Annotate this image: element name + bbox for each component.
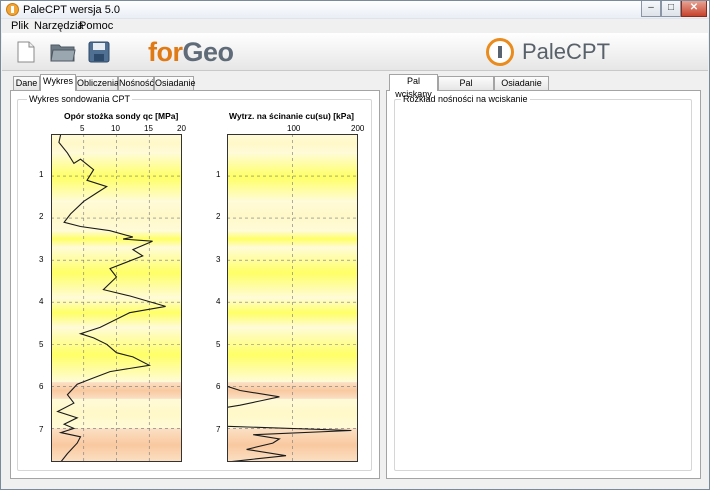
qc-y-tick: 2 bbox=[39, 212, 44, 221]
cu-chart bbox=[227, 134, 358, 462]
save-icon[interactable] bbox=[88, 41, 110, 63]
cu-y-tick: 2 bbox=[216, 212, 221, 221]
cu-chart-title: Wytrz. na ścinanie cu(su) [kPa] bbox=[229, 111, 355, 121]
cu-y-tick: 1 bbox=[216, 170, 221, 179]
qc-x-tick: 5 bbox=[80, 124, 85, 133]
menu-plik[interactable]: Plik bbox=[11, 20, 29, 32]
app-logo-icon bbox=[6, 3, 19, 16]
menu-bar: Plik Narzędzia Pomoc bbox=[1, 19, 709, 33]
soil-layer-band bbox=[51, 230, 182, 248]
left-panel: Wykres sondowania CPT Opór stożka sondy … bbox=[10, 90, 380, 479]
tab-dane[interactable]: Dane bbox=[13, 76, 40, 91]
qc-y-tick: 6 bbox=[39, 382, 44, 391]
qc-y-tick: 1 bbox=[39, 170, 44, 179]
soil-layer-band bbox=[51, 327, 182, 383]
maximize-button[interactable]: □ bbox=[661, 1, 681, 17]
palecpt-logo-icon bbox=[486, 38, 514, 66]
tab-pal-wciskany[interactable]: Pal wciskany bbox=[389, 74, 438, 99]
tab-osiadanie-pala[interactable]: Osiadanie pala bbox=[494, 76, 549, 101]
open-folder-icon[interactable] bbox=[50, 41, 76, 63]
qc-y-tick: 4 bbox=[39, 297, 44, 306]
menu-pomoc[interactable]: Pomoc bbox=[79, 20, 113, 32]
tab-osiadanie[interactable]: Osiadanie bbox=[154, 76, 196, 91]
soil-layer-band bbox=[227, 230, 358, 248]
new-file-icon[interactable] bbox=[15, 41, 37, 63]
window-title: PaleCPT wersja 5.0 bbox=[23, 4, 121, 16]
soil-layer-band bbox=[51, 428, 182, 462]
cu-x-tick: 200 bbox=[351, 124, 365, 133]
soil-layer-band bbox=[227, 382, 358, 399]
menu-narzedzia[interactable]: Narzędzia bbox=[34, 20, 84, 32]
toolbar: forGeo PaleCPT bbox=[2, 33, 708, 71]
minimize-button[interactable]: – bbox=[641, 1, 661, 17]
forgeo-logo: forGeo bbox=[148, 37, 234, 67]
tab-pal-wyciagany[interactable]: Pal wyciągany bbox=[438, 76, 494, 101]
qc-y-tick: 3 bbox=[39, 255, 44, 264]
soil-layer-band bbox=[227, 327, 358, 383]
qc-y-tick: 7 bbox=[39, 425, 44, 434]
capacity-group bbox=[394, 99, 692, 471]
qc-y-tick: 5 bbox=[39, 340, 44, 349]
cu-y-tick: 6 bbox=[216, 382, 221, 391]
qc-x-tick: 20 bbox=[177, 124, 186, 133]
qc-x-tick: 10 bbox=[111, 124, 120, 133]
qc-x-tick: 15 bbox=[144, 124, 153, 133]
cu-y-tick: 7 bbox=[216, 425, 221, 434]
tab-nosnosc[interactable]: Nośność bbox=[118, 76, 154, 91]
cu-x-tick: 100 bbox=[287, 124, 301, 133]
right-panel: Rozkład nośności na wciskanie bbox=[386, 90, 701, 479]
cu-y-tick: 4 bbox=[216, 297, 221, 306]
cpt-chart-group-title: Wykres sondowania CPT bbox=[27, 94, 132, 104]
close-button[interactable]: ✕ bbox=[681, 1, 707, 17]
qc-chart-title: Opór stożka sondy qc [MPa] bbox=[64, 111, 179, 121]
title-bar[interactable]: PaleCPT wersja 5.0 – □ ✕ bbox=[1, 1, 709, 19]
tab-wykres[interactable]: Wykres bbox=[40, 74, 76, 91]
app-window: PaleCPT wersja 5.0 – □ ✕ Plik Narzędzia … bbox=[0, 0, 710, 490]
cu-y-tick: 3 bbox=[216, 255, 221, 264]
tab-obliczenia[interactable]: Obliczenia bbox=[76, 76, 119, 91]
cu-y-tick: 5 bbox=[216, 340, 221, 349]
qc-chart bbox=[51, 134, 182, 462]
